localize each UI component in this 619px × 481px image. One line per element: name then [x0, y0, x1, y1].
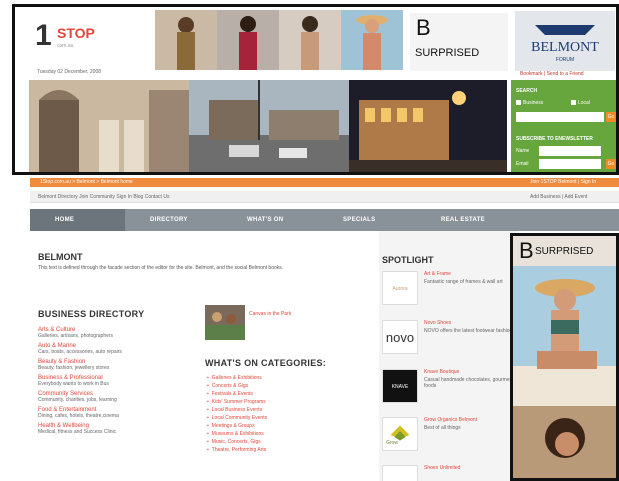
- spotlight-item[interactable]: novo Novo Shoes NOVO offers the latest f…: [382, 318, 517, 358]
- current-date: Tuesday 02 December, 2008: [37, 69, 102, 75]
- spotlight-logo: Aurora: [382, 271, 418, 305]
- breadcrumb-bar: 1Stop.com.au > Belmont > Belmont home Jo…: [30, 178, 619, 187]
- feature-caption[interactable]: Canvas in the Park: [249, 311, 291, 317]
- search-input[interactable]: [516, 112, 604, 122]
- belmont-forum-logo[interactable]: BELMONT FORUM: [515, 11, 615, 71]
- search-title: SEARCH: [516, 88, 538, 94]
- fashion-banner[interactable]: [155, 10, 403, 70]
- list-item[interactable]: Auto & Marine Cars, boats, accessories, a…: [38, 343, 198, 355]
- spotlight-title: SPOTLIGHT: [382, 255, 434, 265]
- checkbox-icon[interactable]: [571, 100, 576, 106]
- list-item[interactable]: Museums & Exhibitions: [207, 430, 267, 438]
- spotlight-panel: SPOTLIGHT Aurora Art & Frame Fantastic r…: [379, 231, 519, 481]
- spotlight-item[interactable]: Grow Grow Organics Belmont Best of all t…: [382, 415, 517, 455]
- newsletter-title: SUBSCRIBE TO ENEWSLETTER: [516, 136, 593, 142]
- business-directory-list: Arts & Culture Galleries, artisans, photo…: [38, 327, 198, 439]
- spotlight-logo: [382, 465, 418, 481]
- side-ad-b: B: [519, 238, 534, 263]
- spotlight-item-desc: Casual handmade chocolates, gourmet food…: [424, 377, 511, 389]
- list-item[interactable]: Festivals & Events: [207, 390, 267, 398]
- list-item[interactable]: Concerts & Gigs: [207, 382, 267, 390]
- newsletter-go-button[interactable]: Go: [606, 159, 616, 169]
- list-item[interactable]: Music, Concerts, Gigs: [207, 438, 267, 446]
- site-header-crop: 1 STOP com.au Tuesday 02 December, 2008 …: [12, 4, 619, 175]
- side-ad-word: SURPRISED: [535, 246, 594, 257]
- logo-one: 1: [35, 19, 52, 52]
- list-item[interactable]: Kids' Summer Programs: [207, 398, 267, 406]
- name-label: Name: [516, 148, 530, 154]
- surprised-word: SURPRISED: [415, 47, 480, 59]
- spotlight-item[interactable]: Shoes Unlimited: [382, 463, 517, 481]
- search-panel: SEARCH Business Local Go SUBSCRIBE TO EN…: [511, 80, 616, 172]
- list-item[interactable]: Meetings & Groups: [207, 422, 267, 430]
- email-label: Email: [516, 161, 529, 167]
- nav-real-estate[interactable]: REAL ESTATE: [416, 209, 536, 231]
- spotlight-item-title[interactable]: Knave Boutique: [424, 369, 459, 375]
- list-item[interactable]: Arts & Culture Galleries, artisans, photo…: [38, 327, 198, 339]
- top-links[interactable]: Bookmark | Send to a Friend: [520, 71, 584, 77]
- logo-stop: STOP: [57, 25, 95, 41]
- whats-on-title: WHAT'S ON CATEGORIES:: [205, 358, 327, 368]
- join-signin-links[interactable]: Join 1STOP Belmont | Sign In: [530, 179, 596, 185]
- intro-title: BELMONT: [38, 252, 83, 262]
- list-item[interactable]: Galleries & Exhibitions: [207, 374, 267, 382]
- breadcrumb[interactable]: 1Stop.com.au > Belmont > Belmont home: [40, 179, 133, 185]
- model-photo: [341, 10, 403, 70]
- utility-links-bar: Belmont Directory Join Community Sign In…: [30, 191, 619, 203]
- spotlight-logo: novo: [382, 320, 418, 354]
- nav-specials[interactable]: SPECIALS: [318, 209, 416, 231]
- spotlight-item-title[interactable]: Novo Shoes: [424, 320, 451, 326]
- model-photo: [155, 10, 217, 70]
- belmont-logo-text: BELMONT: [531, 40, 599, 55]
- feature-thumbnail[interactable]: [205, 305, 245, 340]
- intro-text: This text is defined through the facade …: [38, 265, 284, 271]
- model-photo: [217, 10, 279, 70]
- list-item[interactable]: Health & Wellbeing Medical, fitness and S…: [38, 423, 198, 435]
- logo-domain: com.au: [57, 43, 74, 49]
- spotlight-logo: Grow: [382, 417, 418, 451]
- list-item[interactable]: Community Services Community, charities, …: [38, 391, 198, 403]
- list-item[interactable]: Food & Entertainment Dining, cafes, hotel…: [38, 407, 198, 419]
- list-item[interactable]: Business & Professional Everybody wants t…: [38, 375, 198, 387]
- side-ad-photo: [513, 266, 616, 478]
- newsletter-name-field[interactable]: [539, 146, 601, 156]
- search-go-button[interactable]: Go: [606, 112, 616, 122]
- main-nav: HOME DIRECTORY WHAT'S ON SPECIALS REAL E…: [30, 209, 619, 231]
- spotlight-item-title[interactable]: Grow Organics Belmont: [424, 417, 477, 423]
- whats-on-list: Galleries & Exhibitions Concerts & Gigs …: [207, 374, 267, 454]
- add-business-links[interactable]: Add Business | Add Event: [530, 194, 587, 200]
- spotlight-item[interactable]: Aurora Art & Frame Fantastic range of fr…: [382, 269, 517, 309]
- list-item[interactable]: Local Business Events: [207, 406, 267, 414]
- belmont-logo-sub: FORUM: [556, 57, 574, 63]
- list-item[interactable]: Local Community Events: [207, 414, 267, 422]
- spotlight-item-desc: NOVO offers the latest footwear fashion: [424, 328, 513, 334]
- search-option-business[interactable]: Business: [516, 100, 543, 106]
- surprised-ad-banner[interactable]: B SURPRISED: [410, 13, 508, 71]
- newsletter-email-field[interactable]: [539, 159, 601, 169]
- model-photo: [279, 10, 341, 70]
- intro-block: BELMONT This text is defined through the…: [38, 252, 368, 272]
- belmont-street-photos: [29, 80, 507, 172]
- checkbox-icon[interactable]: [516, 100, 521, 106]
- spotlight-logo: KNAVE: [382, 369, 418, 403]
- utility-links[interactable]: Belmont Directory Join Community Sign In…: [38, 194, 169, 200]
- business-directory-title: BUSINESS DIRECTORY: [38, 309, 145, 319]
- search-option-local[interactable]: Local: [571, 100, 590, 106]
- list-item[interactable]: Theatre, Performing Arts: [207, 446, 267, 454]
- spotlight-item-title[interactable]: Shoes Unlimited: [424, 465, 460, 471]
- nav-whats-on[interactable]: WHAT'S ON: [222, 209, 318, 231]
- surprised-b: B: [416, 15, 431, 40]
- spotlight-item-desc: Fantastic range of frames & wall art: [424, 279, 503, 285]
- spotlight-item-desc: Best of all things: [424, 425, 461, 431]
- list-item[interactable]: Beauty & Fashion Beauty, fashion, jewelle…: [38, 359, 198, 371]
- nav-home[interactable]: HOME: [30, 209, 125, 231]
- surprised-side-ad[interactable]: B SURPRISED: [510, 233, 619, 481]
- onestop-logo[interactable]: 1 STOP com.au: [35, 19, 145, 59]
- nav-directory[interactable]: DIRECTORY: [125, 209, 222, 231]
- spotlight-item[interactable]: KNAVE Knave Boutique Casual handmade cho…: [382, 367, 517, 407]
- spotlight-item-title[interactable]: Art & Frame: [424, 271, 451, 277]
